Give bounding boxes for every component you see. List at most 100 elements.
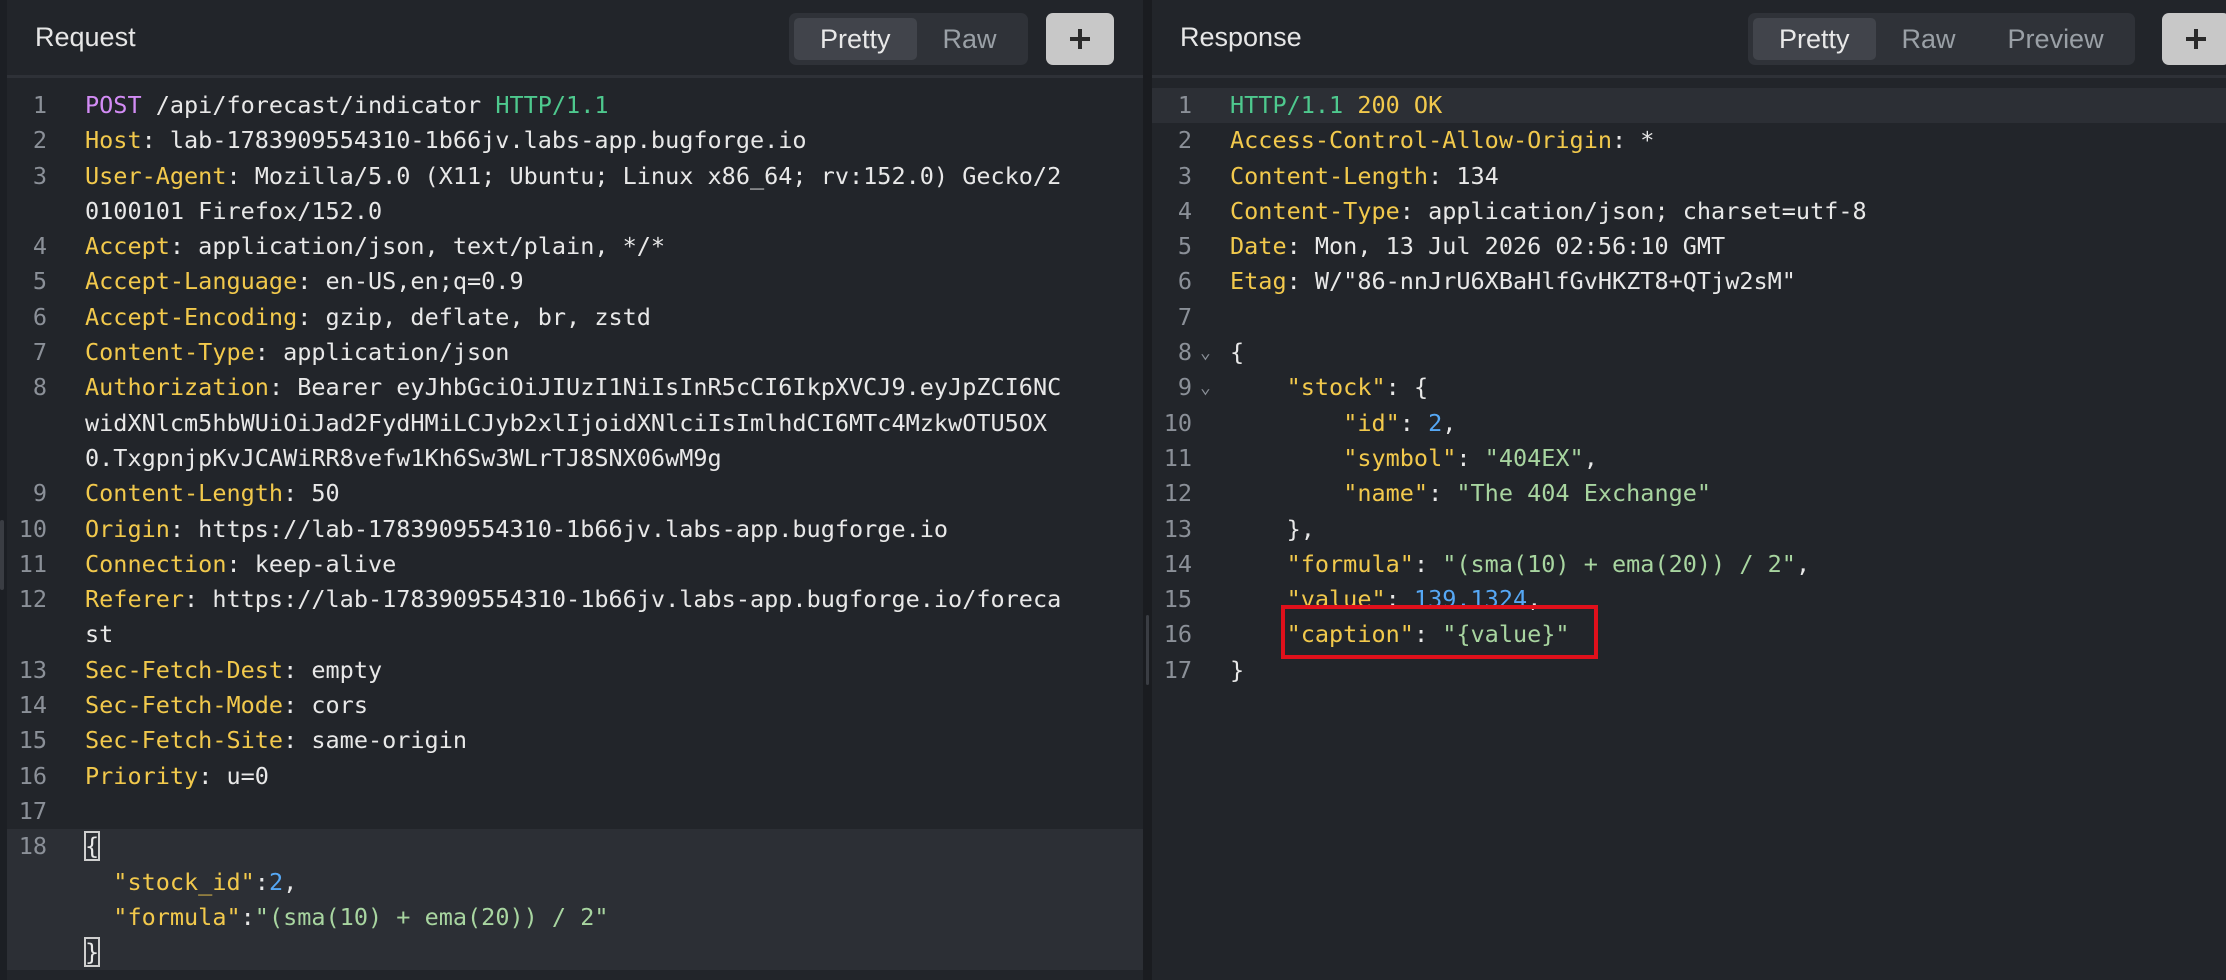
code-line[interactable]: 2 Access-Control-Allow-Origin: * bbox=[1152, 123, 2226, 158]
code-line[interactable]: 6 Accept-Encoding: gzip, deflate, br, zst… bbox=[7, 300, 1143, 335]
line-text: Etag: W/"86-nnJrU6XBaHlfGvHKZT8+QTjw2sM" bbox=[1230, 264, 1796, 299]
tab-pretty[interactable]: Pretty bbox=[794, 18, 917, 60]
code-line[interactable]: 10 "id": 2, bbox=[1152, 406, 2226, 441]
code-line[interactable]: 9 ⌄ "stock": { bbox=[1152, 370, 2226, 405]
add-button[interactable] bbox=[1046, 13, 1114, 65]
header-name: Sec-Fetch-Mode bbox=[85, 691, 284, 720]
json-string: "404EX" bbox=[1484, 443, 1584, 472]
code-line[interactable]: 0.TxgpnjpKvJCAWiRR8vefw1Kh6Sw3WLrTJ8SNX0… bbox=[7, 441, 1143, 476]
line-text: } bbox=[1230, 653, 1244, 688]
json-separator: : bbox=[1399, 408, 1429, 437]
request-editor[interactable]: 1 POST /api/forecast/indicator HTTP/1.1 2 H… bbox=[7, 88, 1143, 971]
code-line[interactable]: 17 bbox=[7, 794, 1143, 829]
tab-raw[interactable]: Raw bbox=[917, 18, 1023, 60]
code-line[interactable]: 6 Etag: W/"86-nnJrU6XBaHlfGvHKZT8+QTjw2sM… bbox=[1152, 264, 2226, 299]
json-punct: { bbox=[1413, 373, 1429, 402]
code-line[interactable]: 1 POST /api/forecast/indicator HTTP/1.1 bbox=[7, 88, 1143, 123]
tab-pretty[interactable]: Pretty bbox=[1753, 18, 1876, 60]
line-text: Sec-Fetch-Mode: cors bbox=[85, 688, 368, 723]
line-text: "stock": { bbox=[1230, 370, 1429, 405]
code-line[interactable]: 7 bbox=[1152, 300, 2226, 335]
code-line[interactable]: 4 Content-Type: application/json; charset… bbox=[1152, 194, 2226, 229]
json-punct: { bbox=[1230, 338, 1245, 367]
header-value: widXNlcm5hbWUiOiJad2FydHMiLCJyb2xlIjoidX… bbox=[85, 408, 1048, 437]
divider-grip[interactable] bbox=[1146, 615, 1149, 685]
code-line[interactable]: st bbox=[7, 617, 1143, 652]
code-line[interactable]: 2 Host: lab-1783909554310-1b66jv.labs-app… bbox=[7, 123, 1143, 158]
code-line[interactable]: 3 Content-Length: 134 bbox=[1152, 159, 2226, 194]
json-key: "symbol" bbox=[1343, 443, 1457, 472]
code-line[interactable]: 5 Date: Mon, 13 Jul 2026 02:56:10 GMT bbox=[1152, 229, 2226, 264]
code-line[interactable]: "formula":"(sma(10) + ema(20)) / 2" bbox=[7, 899, 1143, 936]
response-title: Response bbox=[1180, 22, 1302, 52]
header-value: : * bbox=[1612, 126, 1655, 155]
code-line[interactable]: 4 Accept: application/json, text/plain, *… bbox=[7, 229, 1143, 264]
header-name: Date bbox=[1230, 232, 1287, 261]
line-number: 11 bbox=[18, 549, 47, 578]
json-key: "formula" bbox=[113, 902, 241, 931]
code-line[interactable]: 8 ⌄ { bbox=[1152, 335, 2226, 370]
tab-raw[interactable]: Raw bbox=[1876, 18, 1982, 60]
header-value: : https://lab-1783909554310-1b66jv.labs-… bbox=[184, 585, 1062, 614]
response-editor[interactable]: 1 HTTP/1.1 200 OK 2 Access-Control-Allow-Or… bbox=[1152, 88, 2226, 688]
code-line[interactable]: 9 Content-Length: 50 bbox=[7, 476, 1143, 511]
left-resize-handle[interactable] bbox=[0, 520, 4, 590]
json-separator: : bbox=[1428, 479, 1457, 508]
line-number: 13 bbox=[18, 655, 47, 684]
pane-divider[interactable] bbox=[1143, 0, 1152, 980]
code-line[interactable]: 3 User-Agent: Mozilla/5.0 (X11; Ubuntu; L… bbox=[7, 159, 1143, 194]
line-text: Content-Type: application/json; charset=… bbox=[1230, 194, 1867, 229]
header-name: Origin bbox=[85, 514, 170, 543]
code-line[interactable]: 8 Authorization: Bearer eyJhbGciOiJIUzI1N… bbox=[7, 370, 1143, 405]
line-text: Host: lab-1783909554310-1b66jv.labs-app.… bbox=[85, 123, 807, 158]
code-line[interactable]: 1 HTTP/1.1 200 OK bbox=[1152, 88, 2226, 124]
line-text: "id": 2, bbox=[1230, 406, 1456, 441]
code-line[interactable]: 11 "symbol": "404EX", bbox=[1152, 441, 2226, 476]
header-value: : application/json; charset=utf-8 bbox=[1399, 196, 1867, 225]
code-line[interactable]: 0100101 Firefox/152.0 bbox=[7, 194, 1143, 229]
code-line[interactable]: 15 Sec-Fetch-Site: same-origin bbox=[7, 723, 1143, 758]
code-line[interactable]: 16 Priority: u=0 bbox=[7, 759, 1143, 794]
line-number: 11 bbox=[1163, 443, 1192, 472]
header-value: : 134 bbox=[1428, 161, 1499, 190]
code-line[interactable]: 14 "formula": "(sma(10) + ema(20)) / 2", bbox=[1152, 547, 2226, 582]
json-key: "name" bbox=[1343, 479, 1429, 508]
json-bracket: } bbox=[83, 937, 101, 968]
code-line[interactable]: 5 Accept-Language: en-US,en;q=0.9 bbox=[7, 264, 1143, 299]
line-number: 14 bbox=[18, 691, 47, 720]
code-line[interactable]: 13 }, bbox=[1152, 512, 2226, 547]
line-text: POST /api/forecast/indicator HTTP/1.1 bbox=[85, 88, 609, 123]
code-line[interactable]: 12 "name": "The 404 Exchange" bbox=[1152, 476, 2226, 511]
line-text: Content-Length: 50 bbox=[85, 476, 340, 511]
code-line[interactable]: 12 Referer: https://lab-1783909554310-1b6… bbox=[7, 582, 1143, 617]
line-number: 12 bbox=[1163, 479, 1192, 508]
header-name: Authorization bbox=[85, 373, 269, 402]
code-line[interactable]: } bbox=[7, 935, 1143, 971]
line-text: widXNlcm5hbWUiOiJad2FydHMiLCJyb2xlIjoidX… bbox=[85, 406, 1047, 441]
header-name: Host bbox=[85, 126, 142, 155]
code-line[interactable]: widXNlcm5hbWUiOiJad2FydHMiLCJyb2xlIjoidX… bbox=[7, 406, 1143, 441]
header-value: : application/json, text/plain, */* bbox=[169, 232, 666, 261]
http-viewer: Request Pretty Raw 1 POST /api/forecast/i… bbox=[0, 0, 2226, 980]
code-line[interactable]: 14 Sec-Fetch-Mode: cors bbox=[7, 688, 1143, 723]
code-line[interactable]: 11 Connection: keep-alive bbox=[7, 547, 1143, 582]
header-value: : Mozilla/5.0 (X11; Ubuntu; Linux x86_64… bbox=[226, 161, 1062, 190]
code-line[interactable]: 10 Origin: https://lab-1783909554310-1b66… bbox=[7, 512, 1143, 547]
line-text: 0.TxgpnjpKvJCAWiRR8vefw1Kh6Sw3WLrTJ8SNX0… bbox=[85, 441, 722, 476]
header-value: : Bearer eyJhbGciOiJIUzI1NiIsInR5cCI6Ikp… bbox=[268, 373, 1062, 402]
code-line[interactable]: "stock_id":2, bbox=[7, 864, 1143, 900]
code-line[interactable]: 7 Content-Type: application/json bbox=[7, 335, 1143, 370]
http-version: HTTP/1.1 bbox=[1230, 91, 1344, 119]
code-line[interactable]: 13 Sec-Fetch-Dest: empty bbox=[7, 653, 1143, 688]
tab-preview[interactable]: Preview bbox=[1982, 18, 2130, 60]
add-button[interactable] bbox=[2162, 13, 2226, 65]
json-number: 2 bbox=[1428, 408, 1443, 437]
line-text: "symbol": "404EX", bbox=[1230, 441, 1598, 476]
json-comma: , bbox=[1583, 443, 1598, 472]
line-text: { bbox=[1230, 335, 1244, 370]
line-number: 14 bbox=[1163, 549, 1192, 578]
code-line[interactable]: 18 { bbox=[7, 829, 1143, 865]
